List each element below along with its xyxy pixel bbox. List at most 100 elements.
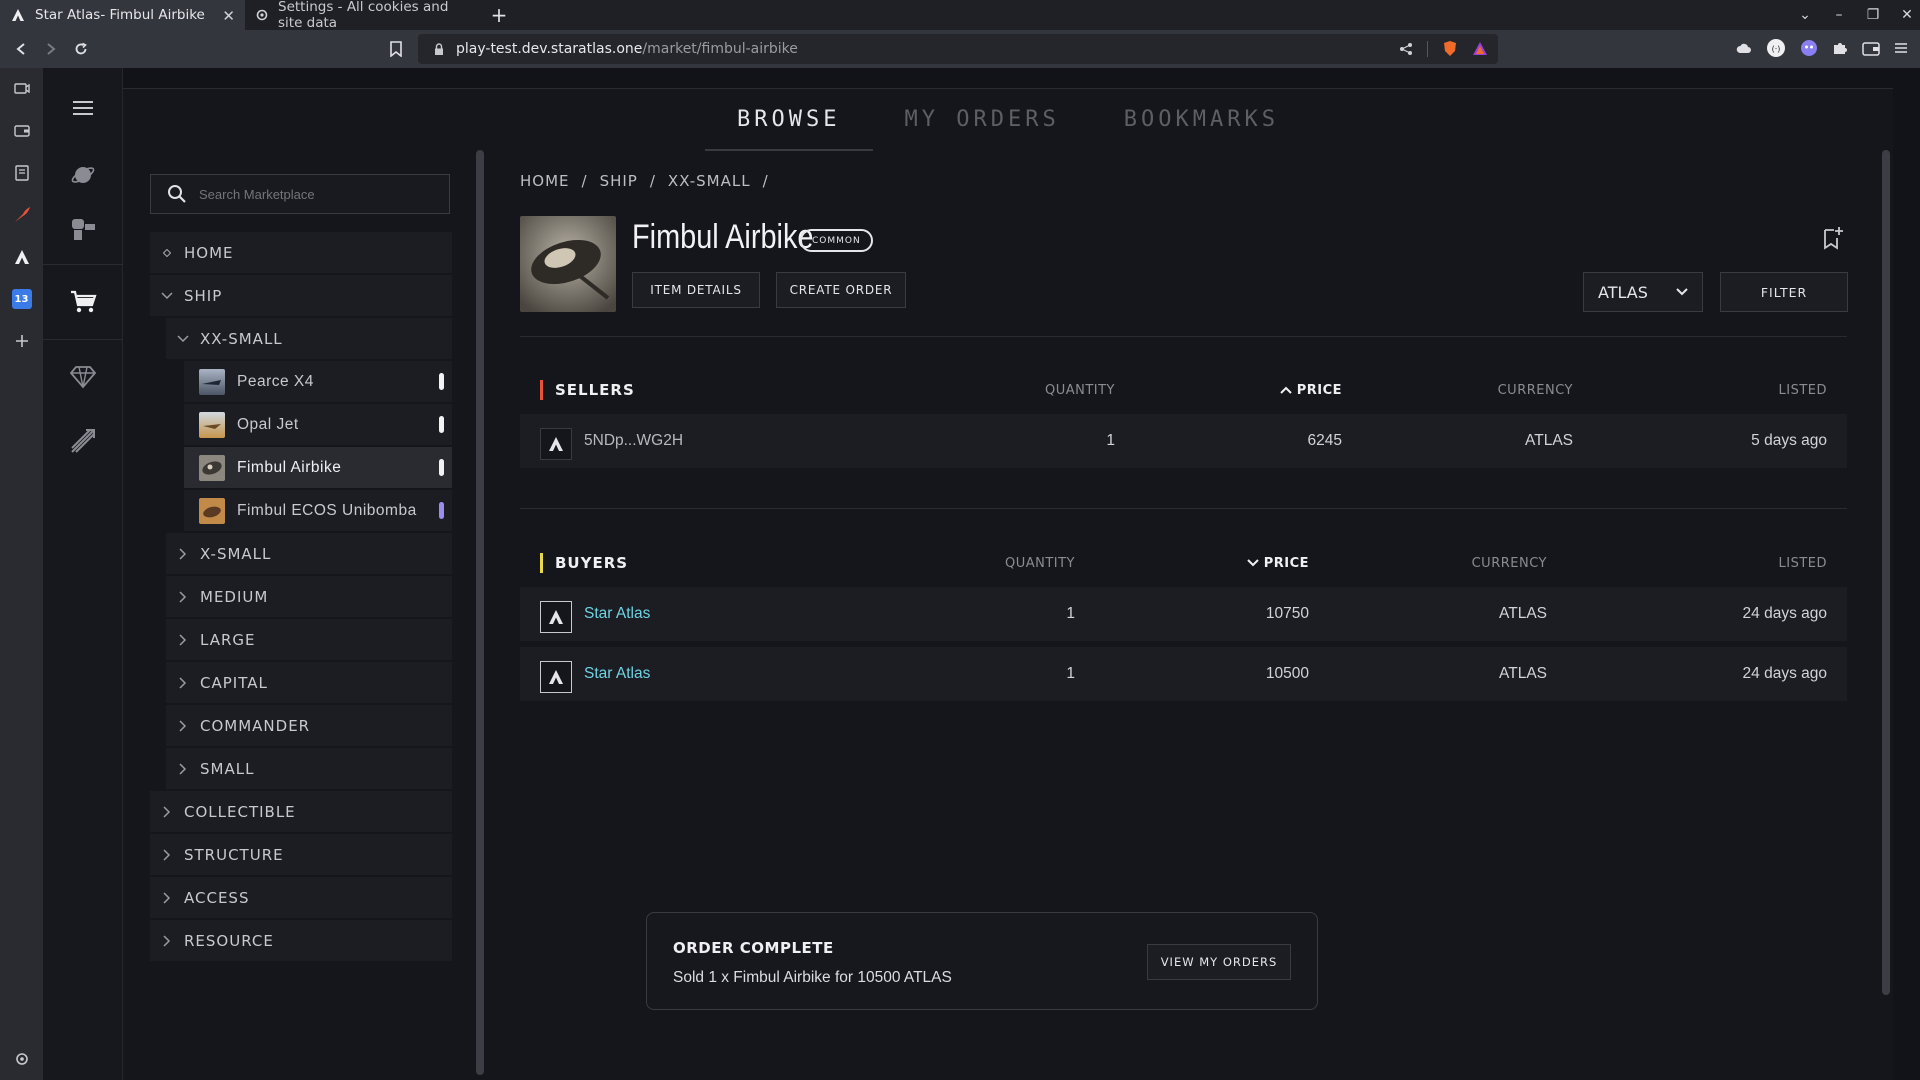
diamond-icon[interactable] [43,340,123,414]
tree-item-home[interactable]: HOME [150,232,452,273]
menu-icon[interactable] [1894,42,1908,54]
close-window-icon[interactable]: ✕ [1900,7,1914,23]
buyer-row[interactable]: Star Atlas 1 10500 ATLAS 24 days ago [520,647,1847,701]
item-details-button[interactable]: ITEM DETAILS [632,272,760,308]
reload-icon[interactable] [66,34,96,64]
tab-list-chevron-icon[interactable]: ⌄ [1798,7,1812,23]
wallet-icon[interactable] [1862,41,1880,56]
close-tab-icon[interactable]: ✕ [222,7,235,25]
brave-rewards-icon[interactable] [1472,41,1488,56]
forward-icon[interactable] [36,34,66,64]
tree-item-large[interactable]: LARGE [166,619,452,660]
svg-text:(·): (·) [1772,45,1781,54]
tree-item-collectible[interactable]: COLLECTIBLE [150,791,452,832]
bookmark-add-icon[interactable] [1822,226,1844,250]
buyer-listed: 24 days ago [1742,605,1827,622]
tree-item-commander[interactable]: COMMANDER [166,705,452,746]
sidebar-settings-icon[interactable] [0,1038,43,1080]
browser-toolbar: play-test.dev.staratlas.one/market/fimbu… [0,30,1920,68]
wallet-extension-icon[interactable]: (·) [1766,38,1786,58]
breadcrumb-home[interactable]: HOME [520,172,570,190]
search-input[interactable] [199,186,439,202]
col-currency[interactable]: CURRENCY [1498,383,1573,398]
browser-tab-active[interactable]: Star Atlas- Fimbul Airbike ✕ [0,0,245,30]
buyer-name-link[interactable]: Star Atlas [584,665,650,683]
brave-shield-icon[interactable] [1442,40,1458,57]
category-filter-column: HOME SHIP XX-SMALL Pearce X4 Opal Jet Fi… [150,174,452,963]
cloud-extension-icon[interactable] [1736,42,1752,54]
tree-item-small[interactable]: SMALL [166,748,452,789]
col-listed[interactable]: LISTED [1779,556,1828,571]
buyer-name-link[interactable]: Star Atlas [584,605,650,623]
seller-name: 5NDp...WG2H [584,432,684,449]
marketplace-cart-icon[interactable] [43,265,123,339]
phantom-extension-icon[interactable] [1800,39,1818,57]
ship-item-pearce-x4[interactable]: Pearce X4 [184,361,452,402]
launch-icon[interactable] [43,414,123,468]
col-quantity[interactable]: QUANTITY [1005,556,1075,571]
back-icon[interactable] [6,34,36,64]
ship-item-fimbul-ecos-unibomba[interactable]: Fimbul ECOS Unibomba [184,490,452,531]
diamond-bullet-icon [160,248,174,257]
buyer-row[interactable]: Star Atlas 1 10750 ATLAS 24 days ago [520,587,1847,641]
col-currency[interactable]: CURRENCY [1472,556,1547,571]
add-sidebar-item-icon[interactable] [0,320,43,362]
create-order-button[interactable]: CREATE ORDER [776,272,906,308]
address-bar[interactable]: play-test.dev.staratlas.one/market/fimbu… [418,34,1498,64]
tree-item-xx-small[interactable]: XX-SMALL [166,318,452,359]
buyer-listed: 24 days ago [1742,665,1827,682]
tree-label: SHIP [184,286,223,305]
col-listed[interactable]: LISTED [1779,383,1828,398]
tree-label: MEDIUM [200,587,269,606]
currency-select[interactable]: ATLAS [1583,272,1703,312]
tree-item-resource[interactable]: RESOURCE [150,920,452,961]
tab-my-orders[interactable]: MY ORDERS [873,89,1092,151]
view-my-orders-button[interactable]: VIEW MY ORDERS [1147,944,1291,980]
seller-row[interactable]: 5NDp...WG2H 1 6245 ATLAS 5 days ago [520,414,1847,468]
tree-item-medium[interactable]: MEDIUM [166,576,452,617]
tree-item-ship[interactable]: SHIP [150,275,452,316]
content-scrollbar[interactable] [1882,150,1890,995]
ship-item-opal-jet[interactable]: Opal Jet [184,404,452,445]
breadcrumb-ship[interactable]: SHIP [600,172,638,190]
col-price-label: PRICE [1263,555,1309,571]
browser-tab-settings[interactable]: Settings - All cookies and site data [245,0,485,31]
col-price-label: PRICE [1296,382,1342,398]
ship-item-fimbul-airbike[interactable]: Fimbul Airbike [184,447,452,488]
crew-icon[interactable] [43,202,123,256]
sort-down-icon [1246,559,1259,567]
tree-item-access[interactable]: ACCESS [150,877,452,918]
calendar-icon[interactable]: 13 [0,278,43,320]
tree-item-x-small[interactable]: X-SMALL [166,533,452,574]
availability-pill [439,502,444,519]
chevron-down-icon [176,334,190,343]
bookmark-page-icon[interactable] [390,41,402,57]
reading-list-icon[interactable] [0,152,43,194]
tab-bookmarks[interactable]: BOOKMARKS [1092,89,1311,151]
breadcrumb: HOME / SHIP / XX-SMALL / [520,172,769,190]
wallet-icon[interactable] [0,110,43,152]
col-price-sort[interactable]: PRICE [1246,555,1309,571]
star-atlas-favicon [10,7,26,23]
seller-price: 6245 [1307,432,1342,449]
minimize-icon[interactable]: – [1832,7,1846,23]
tab-browse[interactable]: BROWSE [705,89,873,151]
col-price-sort[interactable]: PRICE [1279,382,1342,398]
share-icon[interactable] [1399,42,1413,56]
video-icon[interactable] [0,68,43,110]
tree-item-structure[interactable]: STRUCTURE [150,834,452,875]
restore-icon[interactable]: ❐ [1866,7,1880,23]
star-atlas-icon[interactable] [0,236,43,278]
planet-icon[interactable] [43,148,123,202]
chevron-right-icon [176,719,190,732]
puzzle-extensions-icon[interactable] [1832,40,1848,56]
new-tab-button[interactable]: + [485,0,513,30]
buyers-table: BUYERS QUANTITY PRICE CURRENCY LISTED St… [520,539,1847,707]
hamburger-menu-icon[interactable] [43,68,123,148]
filter-button[interactable]: FILTER [1720,272,1848,312]
tree-item-capital[interactable]: CAPITAL [166,662,452,703]
breadcrumb-xx-small[interactable]: XX-SMALL [668,172,751,190]
col-quantity[interactable]: QUANTITY [1045,383,1115,398]
filter-scrollbar[interactable] [476,150,484,1075]
feather-icon[interactable] [0,194,43,236]
